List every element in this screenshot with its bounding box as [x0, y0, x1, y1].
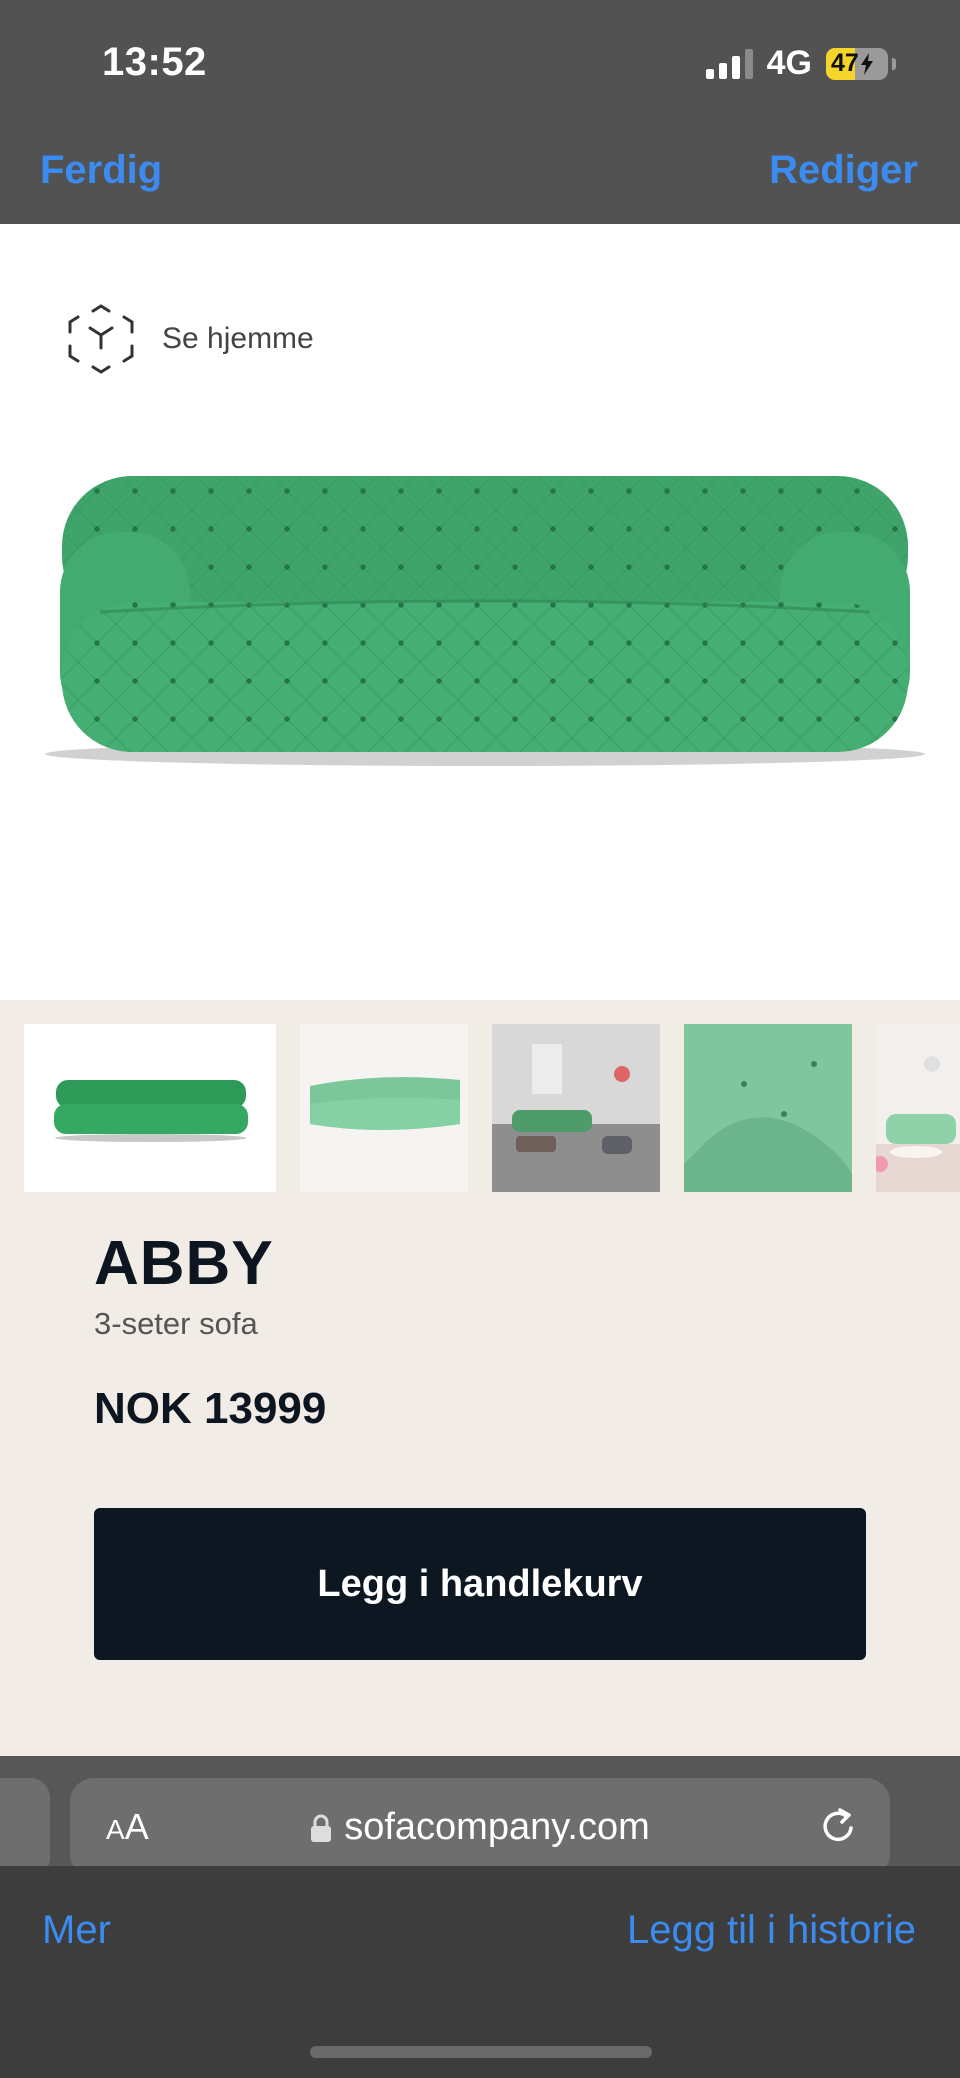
add-to-cart-button[interactable]: Legg i handlekurv — [94, 1508, 866, 1660]
room-scene-icon — [492, 1024, 660, 1192]
lounge-scene-icon — [876, 1024, 960, 1192]
signal-strength-icon — [705, 48, 753, 79]
url-display[interactable]: sofacompany.com — [70, 1806, 890, 1849]
thumbnail-4[interactable] — [684, 1024, 852, 1192]
product-name: ABBY — [94, 1229, 274, 1298]
view-in-room-button[interactable]: Se hjemme — [66, 302, 314, 376]
ar-cube-icon — [68, 304, 134, 374]
done-button[interactable]: Ferdig — [40, 148, 162, 193]
reload-icon[interactable] — [816, 1804, 860, 1848]
status-indicators: 4G 47 — [705, 44, 896, 83]
thumbnail-1[interactable] — [24, 1024, 276, 1192]
add-to-story-button[interactable]: Legg til i historie — [627, 1908, 916, 1953]
fabric-closeup-icon — [684, 1024, 852, 1192]
more-button[interactable]: Mer — [42, 1908, 111, 1953]
thumbnail-strip[interactable] — [0, 1024, 960, 1192]
home-indicator[interactable] — [310, 2046, 652, 2058]
battery-percent: 47 — [831, 49, 859, 77]
status-time: 13:52 — [102, 40, 207, 84]
thumbnail-2[interactable] — [300, 1024, 468, 1192]
product-price: NOK 13999 — [94, 1384, 327, 1433]
browser-address-area: AA sofacompany.com — [0, 1756, 960, 1878]
top-overlay: 13:52 4G 47 Ferdig Rediger — [0, 0, 960, 224]
view-in-room-label: Se hjemme — [162, 322, 314, 355]
thumbnail-3[interactable] — [492, 1024, 660, 1192]
product-subtitle: 3-seter sofa — [94, 1306, 258, 1341]
network-type: 4G — [766, 44, 812, 82]
address-bar[interactable]: AA sofacompany.com — [70, 1778, 890, 1878]
sofa-front-icon — [54, 1080, 248, 1142]
battery-icon: 47 — [826, 47, 888, 80]
url-text: sofacompany.com — [344, 1806, 650, 1848]
thumbnail-5[interactable] — [876, 1024, 960, 1192]
sofa-angle-icon — [310, 1077, 460, 1130]
edit-button[interactable]: Rediger — [769, 148, 918, 193]
charging-bolt-icon — [860, 52, 873, 75]
sofa-image — [40, 472, 930, 772]
battery-nub — [892, 57, 896, 70]
bottom-toolbar: Mer Legg til i historie — [0, 1866, 960, 2078]
product-image-area: Se hjemme — [0, 224, 960, 1000]
lock-icon — [311, 1814, 332, 1842]
previous-tab-peek[interactable] — [0, 1778, 50, 1878]
